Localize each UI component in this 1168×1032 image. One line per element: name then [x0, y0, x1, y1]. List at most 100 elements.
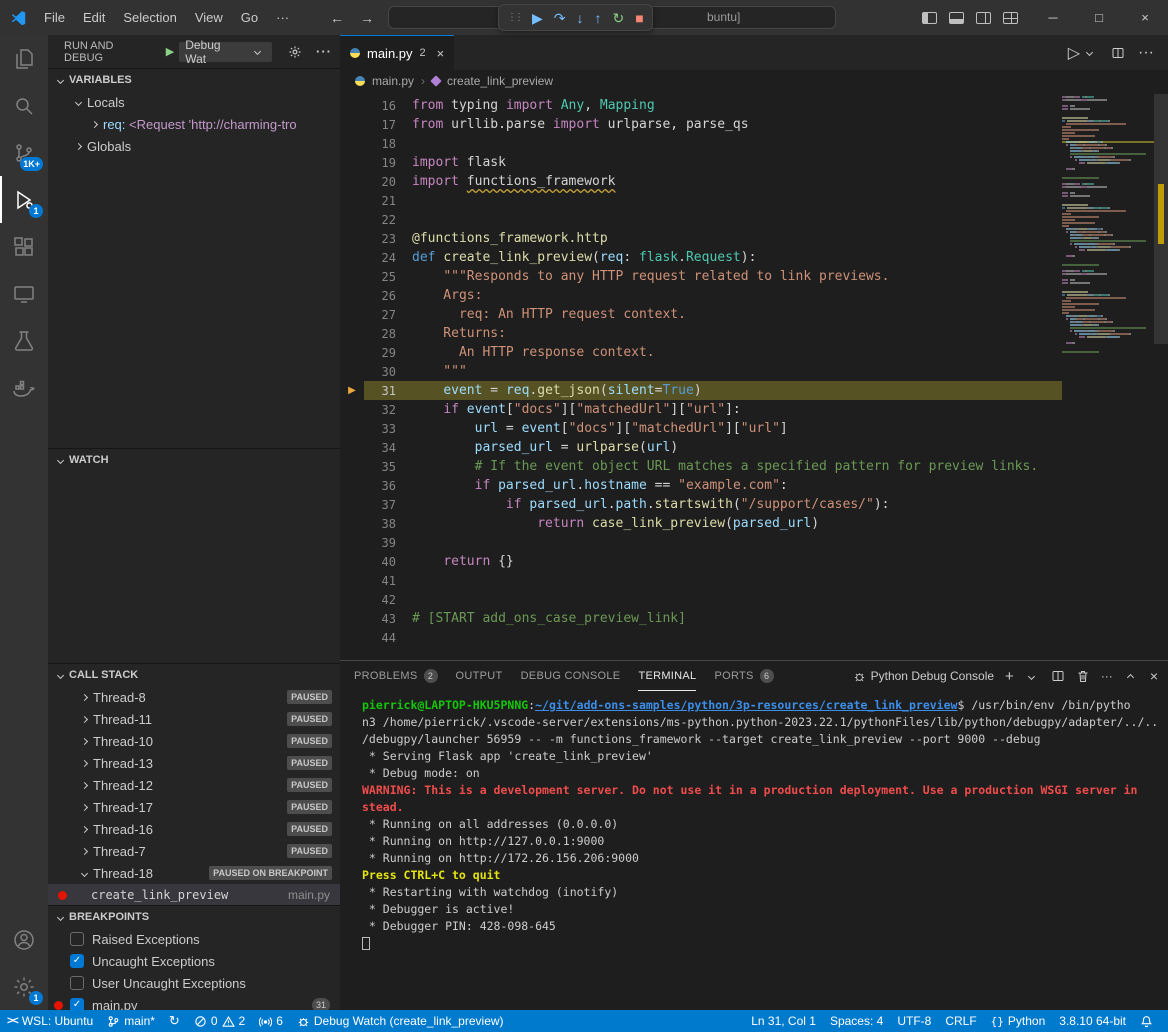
terminal-profile-dropdown-icon[interactable]	[1028, 672, 1035, 679]
callstack-thread[interactable]: Thread-8PAUSED	[48, 686, 340, 708]
code-line[interactable]: 41	[340, 571, 1062, 590]
code-line[interactable]: 44	[340, 628, 1062, 647]
maximize-button[interactable]: □	[1076, 0, 1122, 35]
code-line[interactable]: 23@functions_framework.http	[340, 229, 1062, 248]
code-line[interactable]: 32 if event["docs"]["matchedUrl"]["url"]…	[340, 400, 1062, 419]
breakpoint-gutter[interactable]	[340, 476, 364, 495]
breakpoint-gutter[interactable]	[340, 533, 364, 552]
drag-grip-icon[interactable]: ⋮⋮	[507, 12, 521, 23]
accounts-button[interactable]	[0, 916, 48, 963]
code-line[interactable]: 30 """	[340, 362, 1062, 381]
callstack-thread[interactable]: Thread-16PAUSED	[48, 818, 340, 840]
language-mode[interactable]: {} Python	[984, 1010, 1053, 1032]
breakpoint-checkbox[interactable]	[70, 932, 84, 946]
menu-selection[interactable]: Selection	[114, 7, 185, 29]
close-panel-button[interactable]: ×	[1150, 668, 1158, 684]
new-terminal-button[interactable]: +	[1005, 668, 1014, 685]
breakpoint-gutter[interactable]	[340, 324, 364, 343]
editor-more-actions[interactable]: ···	[1138, 44, 1154, 62]
breakpoint-gutter[interactable]	[340, 590, 364, 609]
sync-button[interactable]: ↻	[162, 1010, 187, 1032]
continue-button[interactable]: ▶	[532, 11, 543, 25]
callstack-thread[interactable]: Thread-12PAUSED	[48, 774, 340, 796]
code-line[interactable]: 27 req: An HTTP request context.	[340, 305, 1062, 324]
code-line[interactable]: 22	[340, 210, 1062, 229]
variable-row[interactable]: Locals	[48, 91, 340, 113]
restart-button[interactable]: ↻	[613, 11, 625, 25]
notifications-bell[interactable]	[1133, 1010, 1160, 1032]
customize-layout-button[interactable]	[1003, 12, 1018, 24]
sidebar-item-remote-explorer[interactable]	[0, 270, 48, 317]
cursor-position[interactable]: Ln 31, Col 1	[744, 1010, 823, 1032]
breakpoint-gutter[interactable]	[340, 267, 364, 286]
python-interpreter[interactable]: 3.8.10 64-bit	[1052, 1010, 1133, 1032]
views-more-actions[interactable]: ···	[316, 44, 332, 59]
breadcrumb-symbol[interactable]: create_link_preview	[447, 74, 553, 88]
code-line[interactable]: 40 return {}	[340, 552, 1062, 571]
sidebar-item-source-control[interactable]: 1K+	[0, 129, 48, 176]
panel-tab-terminal[interactable]: TERMINAL	[638, 661, 696, 691]
menu-edit[interactable]: Edit	[74, 7, 114, 29]
settings-button[interactable]: 1	[0, 963, 48, 1010]
variable-row[interactable]: Globals	[48, 135, 340, 157]
menu-file[interactable]: File	[35, 7, 74, 29]
debug-config-dropdown[interactable]: Debug Wat	[179, 42, 272, 62]
code-line[interactable]: 37 if parsed_url.path.startswith("/suppo…	[340, 495, 1062, 514]
run-python-file-button[interactable]: ▷	[1068, 43, 1098, 63]
variables-section-header[interactable]: VARIABLES	[48, 69, 340, 91]
code-line[interactable]: 34 parsed_url = urlparse(url)	[340, 438, 1062, 457]
step-out-button[interactable]: ↑	[595, 11, 602, 25]
breakpoint-gutter[interactable]	[340, 96, 364, 115]
breakpoint-gutter[interactable]	[340, 210, 364, 229]
breakpoint-gutter[interactable]	[340, 419, 364, 438]
breakpoint-gutter[interactable]	[340, 229, 364, 248]
overview-ruler[interactable]	[1154, 92, 1168, 660]
remote-indicator[interactable]: >< WSL: Ubuntu	[0, 1010, 100, 1032]
callstack-thread[interactable]: Thread-18PAUSED ON BREAKPOINT	[48, 862, 340, 884]
terminal-output[interactable]: pierrick@LAPTOP-HKU5PNNG:~/git/add-ons-s…	[340, 691, 1168, 1010]
code-line[interactable]: 33 url = event["docs"]["matchedUrl"]["ur…	[340, 419, 1062, 438]
code-line[interactable]: 21	[340, 191, 1062, 210]
breakpoint-gutter[interactable]	[340, 628, 364, 647]
code-editor[interactable]: 16from typing import Any, Mapping17from …	[340, 92, 1168, 660]
breakpoint-gutter[interactable]	[340, 248, 364, 267]
problems-status[interactable]: 0 2	[187, 1010, 252, 1032]
code-line[interactable]: 25 """Responds to any HTTP request relat…	[340, 267, 1062, 286]
sidebar-item-search[interactable]	[0, 82, 48, 129]
callstack-thread[interactable]: Thread-11PAUSED	[48, 708, 340, 730]
close-tab-icon[interactable]: ×	[437, 46, 445, 61]
code-line[interactable]: 17from urllib.parse import urlparse, par…	[340, 115, 1062, 134]
code-line[interactable]: 29 An HTTP response context.	[340, 343, 1062, 362]
menu-[interactable]: ···	[267, 7, 298, 29]
call-stack-section-header[interactable]: CALL STACK	[48, 664, 340, 686]
branch-status[interactable]: main*	[100, 1010, 162, 1032]
breakpoint-row[interactable]: ✓main.py31	[48, 994, 340, 1010]
breakpoint-gutter[interactable]: ▶	[340, 381, 364, 400]
callstack-thread[interactable]: Thread-17PAUSED	[48, 796, 340, 818]
breakpoint-checkbox[interactable]: ✓	[70, 998, 84, 1010]
breakpoint-gutter[interactable]	[340, 362, 364, 381]
panel-tab-debug-console[interactable]: DEBUG CONSOLE	[521, 661, 621, 691]
callstack-thread[interactable]: Thread-7PAUSED	[48, 840, 340, 862]
breakpoint-gutter[interactable]	[340, 305, 364, 324]
panel-tab-problems[interactable]: PROBLEMS2	[354, 661, 438, 691]
breakpoint-gutter[interactable]	[340, 514, 364, 533]
step-over-button[interactable]: ↷	[554, 11, 566, 25]
breakpoint-gutter[interactable]	[340, 438, 364, 457]
breakpoint-gutter[interactable]	[340, 286, 364, 305]
eol-sequence[interactable]: CRLF	[938, 1010, 983, 1032]
maximize-panel-icon[interactable]	[1127, 674, 1134, 681]
go-back-button[interactable]: ←	[330, 10, 344, 26]
breakpoint-gutter[interactable]	[340, 153, 364, 172]
menu-go[interactable]: Go	[232, 7, 267, 29]
breakpoint-gutter[interactable]	[340, 495, 364, 514]
breakpoint-gutter[interactable]	[340, 457, 364, 476]
code-line[interactable]: 35 # If the event object URL matches a s…	[340, 457, 1062, 476]
breakpoint-gutter[interactable]	[340, 552, 364, 571]
breakpoint-gutter[interactable]	[340, 571, 364, 590]
code-line[interactable]: 38 return case_link_preview(parsed_url)	[340, 514, 1062, 533]
code-line[interactable]: 24def create_link_preview(req: flask.Req…	[340, 248, 1062, 267]
variable-row[interactable]: req: <Request 'http://charming-tro	[48, 113, 340, 135]
breakpoint-gutter[interactable]	[340, 172, 364, 191]
breakpoint-gutter[interactable]	[340, 400, 364, 419]
